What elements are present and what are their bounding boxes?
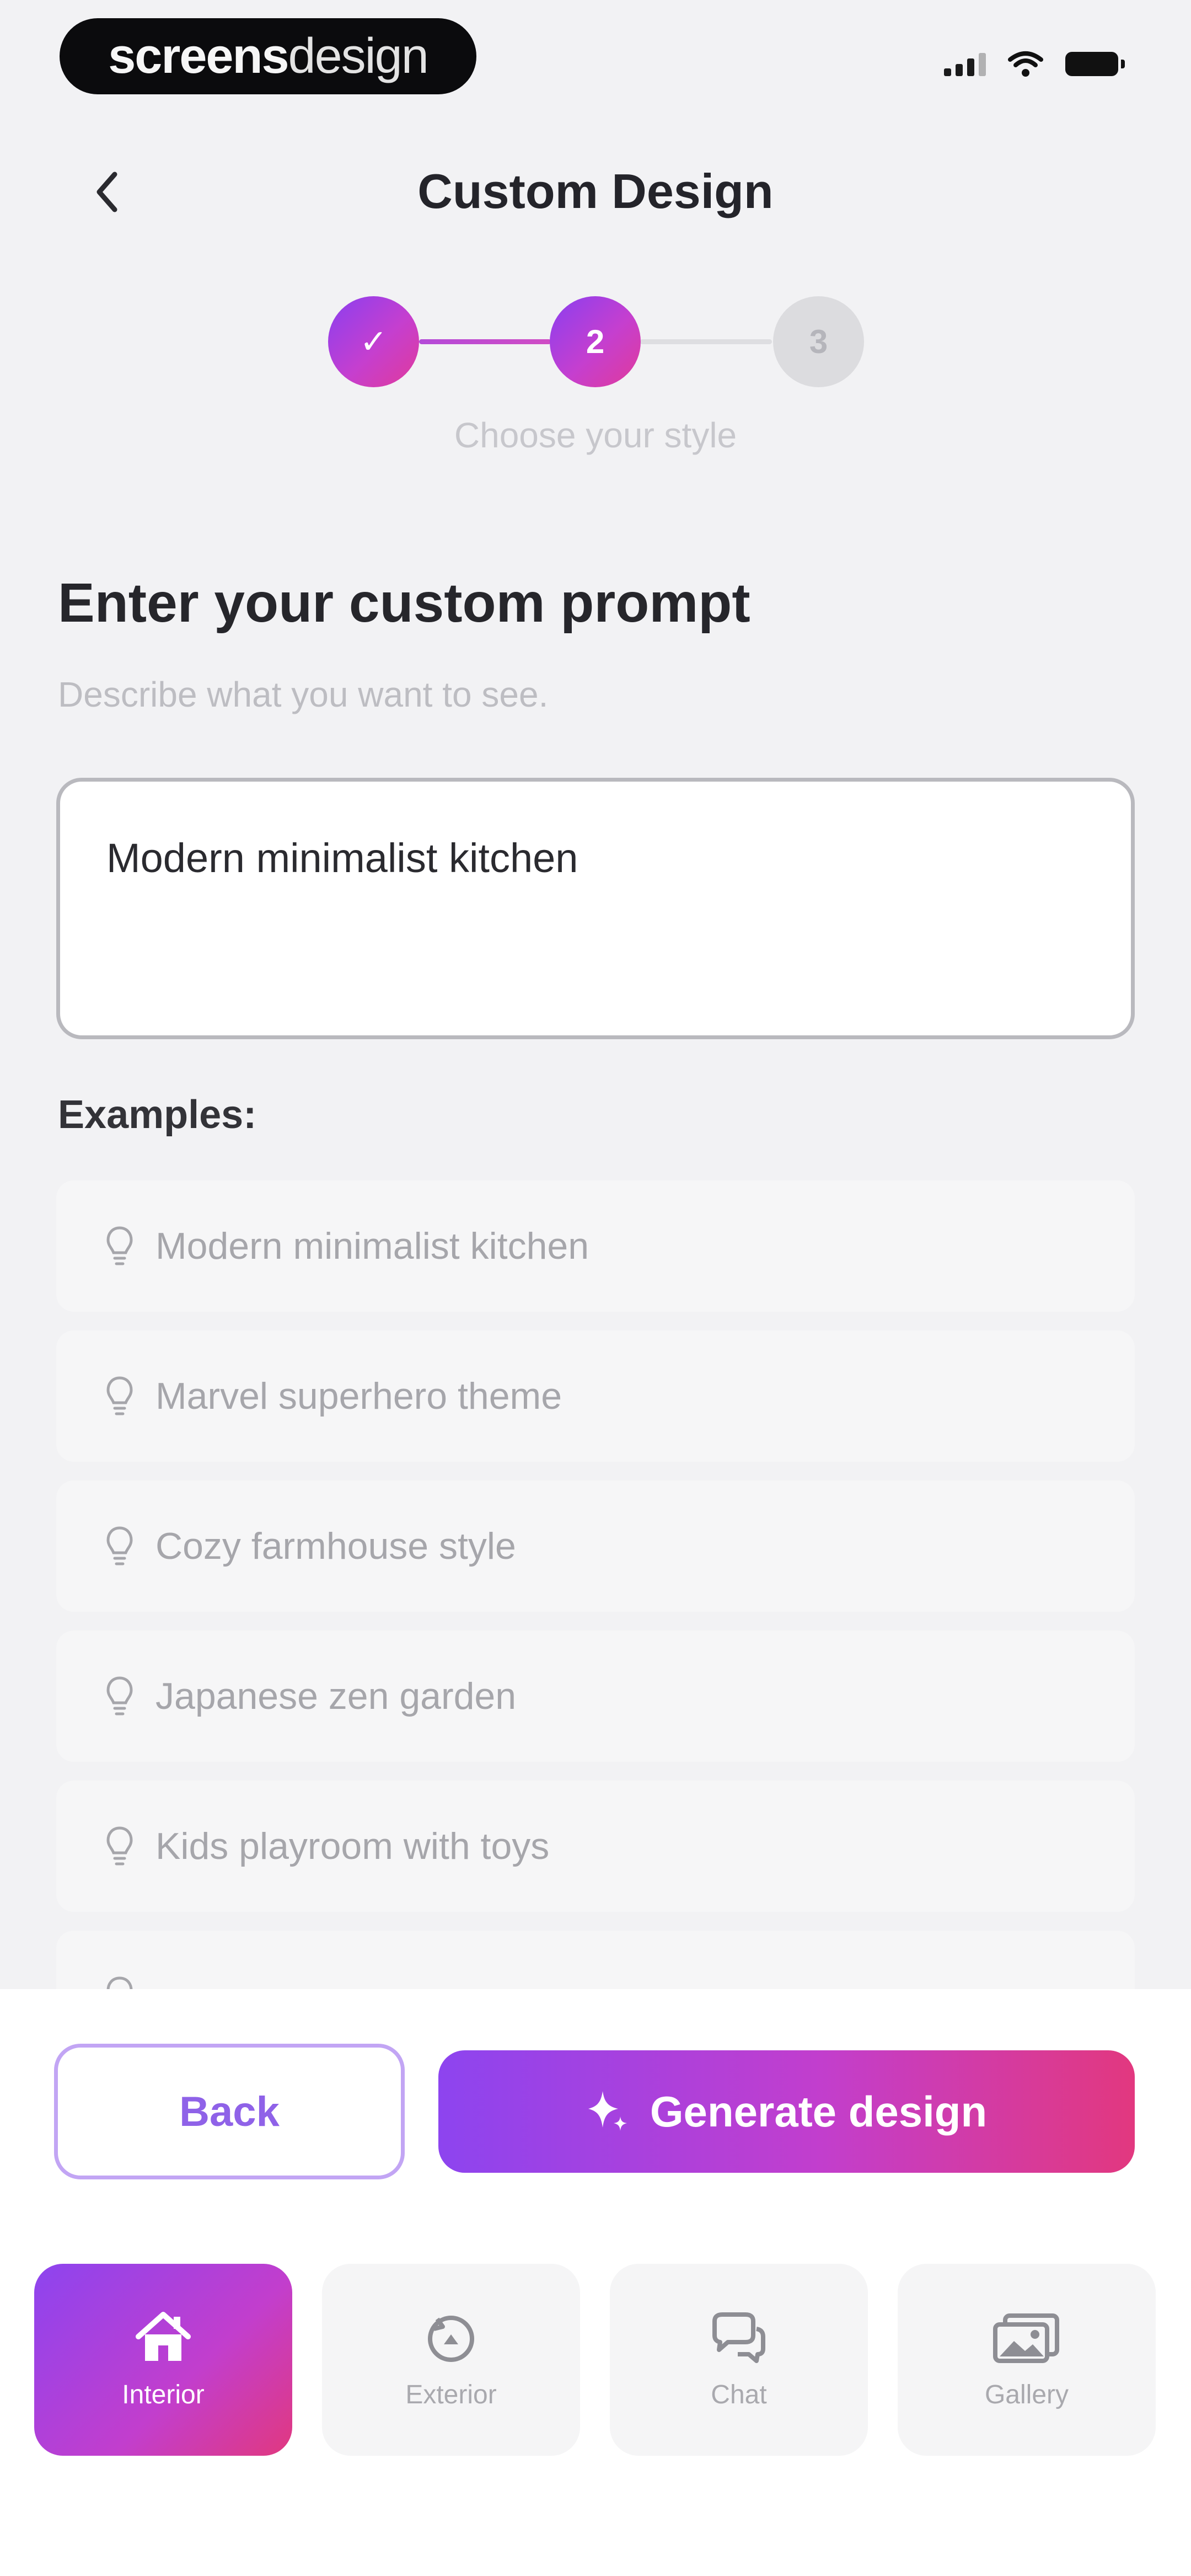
gallery-icon [993,2313,1059,2363]
tab-chat[interactable]: Chat [610,2264,868,2456]
custom-design-screen: screensdesign Custom Design ✓ 2 3 Choos [0,0,1191,2576]
example-item[interactable]: Marvel superhero theme [56,1330,1135,1462]
examples-label: Examples: [58,1093,257,1137]
generate-design-label: Generate design [650,2087,988,2136]
generate-design-button[interactable]: Generate design [438,2050,1135,2173]
battery-icon [1065,52,1125,76]
prompt-heading: Enter your custom prompt [58,572,750,634]
tab-label: Interior [122,2380,205,2409]
example-text: Marvel superhero theme [155,1375,562,1417]
lightbulb-icon [95,1675,144,1717]
cellular-signal-icon [944,52,986,76]
step-1-check-icon: ✓ [360,323,388,360]
step-3-upcoming: 3 [773,296,864,387]
step-1-complete: ✓ [328,296,419,387]
example-text: Modern minimalist kitchen [155,1225,589,1267]
step-3-number: 3 [809,323,828,360]
tab-label: Gallery [984,2380,1069,2409]
example-text: Kids playroom with toys [155,1825,550,1867]
step-2-active: 2 [550,296,641,387]
tab-label: Chat [711,2380,767,2409]
examples-list: Modern minimalist kitchen Marvel superhe… [56,1180,1135,1997]
watermark-part2: design [288,28,429,84]
chat-icon [712,2312,765,2363]
exterior-icon [428,2315,474,2362]
example-text: Japanese zen garden [155,1675,517,1717]
progress-stepper: ✓ 2 3 [0,296,1191,387]
back-button[interactable]: Back [54,2044,405,2179]
status-bar-icons [944,51,1125,77]
screensdesign-watermark: screens design [60,18,476,94]
lightbulb-icon [95,1825,144,1867]
example-item[interactable]: Kids playroom with toys [56,1781,1135,1912]
tab-interior[interactable]: Interior [34,2264,292,2456]
action-bar: Back Generate design [0,1989,1191,2224]
step-connector-complete [419,339,551,344]
lightbulb-icon [95,1375,144,1417]
prompt-subtitle: Describe what you want to see. [58,675,549,714]
bottom-tab-bar: Interior Exterior Chat Gallery [0,2224,1191,2576]
sparkle-icon [588,2091,627,2131]
custom-prompt-input[interactable]: Modern minimalist kitchen [56,778,1135,1039]
page-title: Custom Design [417,164,774,218]
wifi-icon [1008,51,1043,77]
step-2-number: 2 [586,323,605,360]
step-connector-upcoming [640,339,772,344]
lightbulb-icon [95,1525,144,1567]
lightbulb-icon [95,1225,144,1267]
example-item-partial[interactable] [56,1931,1135,1997]
example-item[interactable]: Modern minimalist kitchen [56,1180,1135,1312]
tab-exterior[interactable]: Exterior [322,2264,580,2456]
example-text: Cozy farmhouse style [155,1525,516,1567]
watermark-part1: screens [108,28,289,84]
step-caption: Choose your style [454,415,737,455]
home-icon [136,2311,191,2361]
example-item[interactable]: Japanese zen garden [56,1631,1135,1762]
tab-label: Exterior [405,2380,497,2409]
prompt-input-value: Modern minimalist kitchen [106,835,578,881]
example-item[interactable]: Cozy farmhouse style [56,1481,1135,1612]
tab-gallery[interactable]: Gallery [898,2264,1156,2456]
